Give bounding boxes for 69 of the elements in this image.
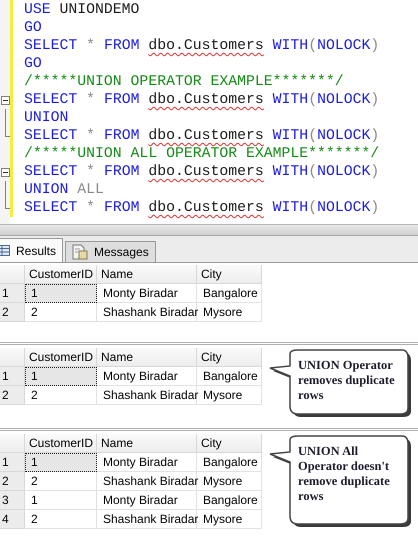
column-header[interactable]: City [197, 265, 262, 284]
row-number: 3 [0, 491, 25, 510]
table-cell: Shashank Biradar [97, 303, 197, 322]
row-number: 4 [0, 510, 25, 529]
results-tab[interactable]: Results [0, 238, 64, 262]
code-line: /*****UNION OPERATOR EXAMPLE*******/ [24, 73, 345, 91]
code-line: UNION [24, 109, 70, 127]
results-tab[interactable]: Messages [65, 241, 156, 262]
row-number: 2 [0, 386, 25, 405]
fold-line [4, 109, 6, 127]
table-cell: 1 [25, 453, 97, 472]
table-cell: Monty Biradar [97, 491, 197, 510]
column-header[interactable]: CustomerID [25, 434, 97, 453]
code-line: /*****UNION ALL OPERATOR EXAMPLE*******/ [24, 145, 380, 163]
table-cell: Monty Biradar [97, 284, 197, 303]
table-cell: Shashank Biradar [97, 510, 197, 529]
table-cell: 2 [25, 510, 97, 529]
table-cell: 1 [25, 491, 97, 510]
code-line: SELECT * FROM dbo.Customers WITH(NOLOCK) [24, 37, 380, 55]
row-number: 2 [0, 472, 25, 491]
horizontal-scrollbar[interactable] [0, 224, 418, 236]
table-cell: Mysore [197, 386, 262, 405]
column-header[interactable]: CustomerID [25, 265, 97, 284]
callout-text: UNION All Operator doesn't remove duplicate rows [298, 444, 391, 504]
table-cell: 2 [25, 472, 97, 491]
fold-end-line [4, 199, 10, 209]
table-cell: Shashank Biradar [97, 386, 197, 405]
column-header[interactable]: CustomerID [25, 348, 97, 367]
table-cell: 1 [25, 367, 97, 386]
table-cell: 2 [25, 303, 97, 322]
row-number: 2 [0, 303, 25, 322]
corner-cell [0, 348, 25, 367]
table-cell: Bangalore [197, 367, 262, 386]
table-cell: Mysore [197, 510, 262, 529]
code-line: GO [24, 55, 43, 73]
code-line: SELECT * FROM dbo.Customers WITH(NOLOCK) [24, 199, 380, 217]
column-header[interactable]: Name [97, 434, 197, 453]
row-number: 1 [0, 284, 25, 303]
table-cell: Monty Biradar [97, 367, 197, 386]
table-cell: Bangalore [197, 453, 262, 472]
code-line: SELECT * FROM dbo.Customers WITH(NOLOCK) [24, 91, 380, 109]
column-header[interactable]: Name [97, 265, 197, 284]
table-cell: Mysore [197, 472, 262, 491]
column-header[interactable]: Name [97, 348, 197, 367]
grid-icon [0, 245, 10, 256]
table-cell: Bangalore [197, 491, 262, 510]
code-line: GO [24, 19, 43, 37]
table-cell: 2 [25, 386, 97, 405]
column-header[interactable]: City [197, 434, 262, 453]
table-cell: Bangalore [197, 284, 262, 303]
collapse-icon[interactable] [0, 96, 10, 105]
corner-cell [0, 434, 25, 453]
table-cell: 1 [25, 284, 97, 303]
code-line: SELECT * FROM dbo.Customers WITH(NOLOCK) [24, 127, 380, 145]
table-cell: Shashank Biradar [97, 472, 197, 491]
row-number: 1 [0, 453, 25, 472]
table-cell: Mysore [197, 303, 262, 322]
code-line: UNION ALL [24, 181, 105, 199]
collapse-icon[interactable] [0, 168, 10, 177]
fold-line [4, 181, 6, 199]
table-cell: Monty Biradar [97, 453, 197, 472]
callout-text: UNION Operator removes duplicate rows [298, 358, 396, 403]
fold-end-line [4, 127, 10, 137]
corner-cell [0, 265, 25, 284]
code-line: USE UNIONDEMO [24, 1, 140, 19]
document-icon [72, 244, 88, 260]
code-line: SELECT * FROM dbo.Customers WITH(NOLOCK) [24, 163, 380, 181]
row-number: 1 [0, 367, 25, 386]
column-header[interactable]: City [197, 348, 262, 367]
